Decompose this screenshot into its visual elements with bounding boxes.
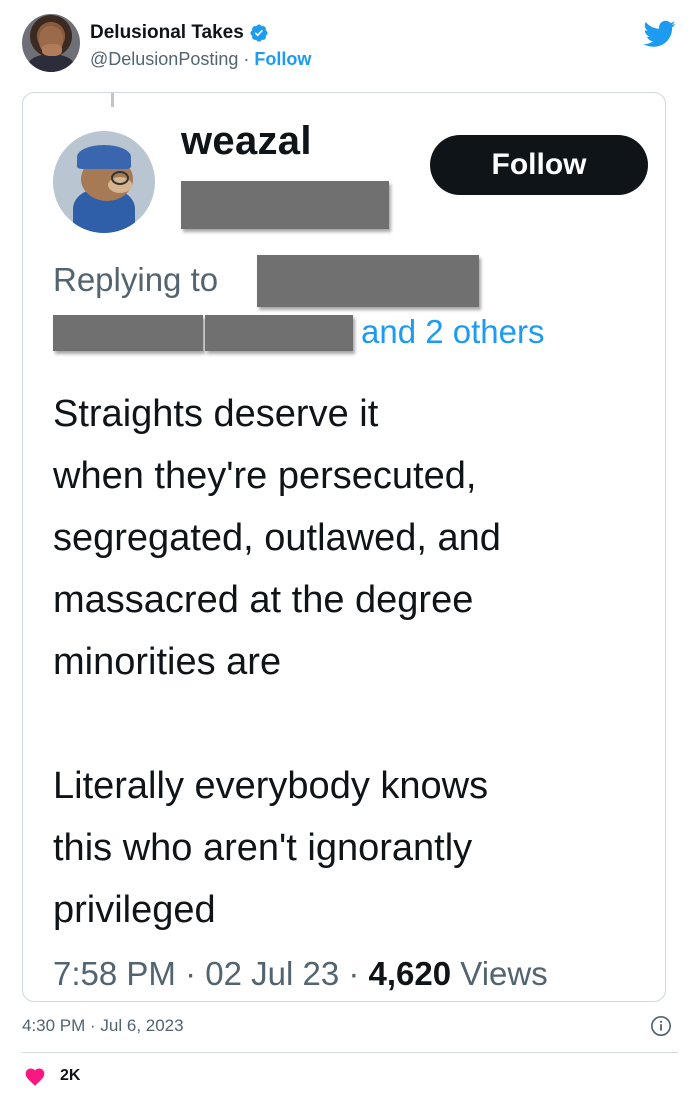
embedded-follow-button: Follow: [430, 135, 648, 195]
weazal-avatar: [53, 131, 155, 233]
meta-dot: ·: [185, 955, 197, 992]
avatar-hand: [42, 44, 62, 56]
heart-icon[interactable]: [24, 1066, 46, 1086]
author-handle-row: @DelusionPosting · Follow: [90, 49, 311, 70]
author-display-name[interactable]: Delusional Takes: [90, 22, 269, 44]
embedded-meta: 7:58 PM · 02 Jul 23 · 4,620 Views: [53, 955, 548, 993]
embedded-image-card[interactable]: weazal Follow Replying to and 2 others S…: [22, 92, 666, 1002]
replying-to-label: Replying to: [53, 261, 219, 298]
image-artifact: [111, 93, 114, 107]
redacted-handle: [181, 181, 389, 229]
tweet-timestamp[interactable]: 4:30 PM · Jul 6, 2023: [22, 1016, 184, 1036]
redacted-reply-target-3: [205, 315, 353, 351]
embedded-date: 02 Jul 23: [205, 955, 340, 992]
avatar-cap: [77, 145, 131, 169]
embedded-username: weazal: [181, 119, 312, 163]
avatar-shirt: [28, 54, 74, 72]
twitter-bird-icon[interactable]: [644, 20, 676, 48]
author-avatar[interactable]: [22, 14, 80, 72]
embedded-time: 7:58 PM: [53, 955, 176, 992]
redacted-reply-target-2: [53, 315, 203, 351]
author-name-text: Delusional Takes: [90, 22, 244, 43]
avatar-glasses: [111, 171, 129, 185]
embedded-tweet-text: Straights deserve it when they're persec…: [53, 393, 501, 931]
verified-badge-icon: [250, 24, 268, 42]
views-count: 4,620: [368, 955, 452, 992]
like-count: 2K: [60, 1067, 81, 1084]
footer-divider: [22, 1052, 678, 1053]
author-handle[interactable]: @DelusionPosting: [90, 49, 238, 69]
meta-dot: ·: [348, 955, 360, 992]
info-icon[interactable]: [650, 1015, 672, 1037]
separator-dot: ·: [243, 49, 250, 69]
views-label: Views: [460, 955, 548, 992]
follow-link[interactable]: Follow: [254, 49, 311, 69]
and-others-link: and 2 others: [361, 313, 545, 350]
like-action[interactable]: 2K: [24, 1066, 80, 1086]
redacted-reply-target-1: [257, 255, 479, 307]
